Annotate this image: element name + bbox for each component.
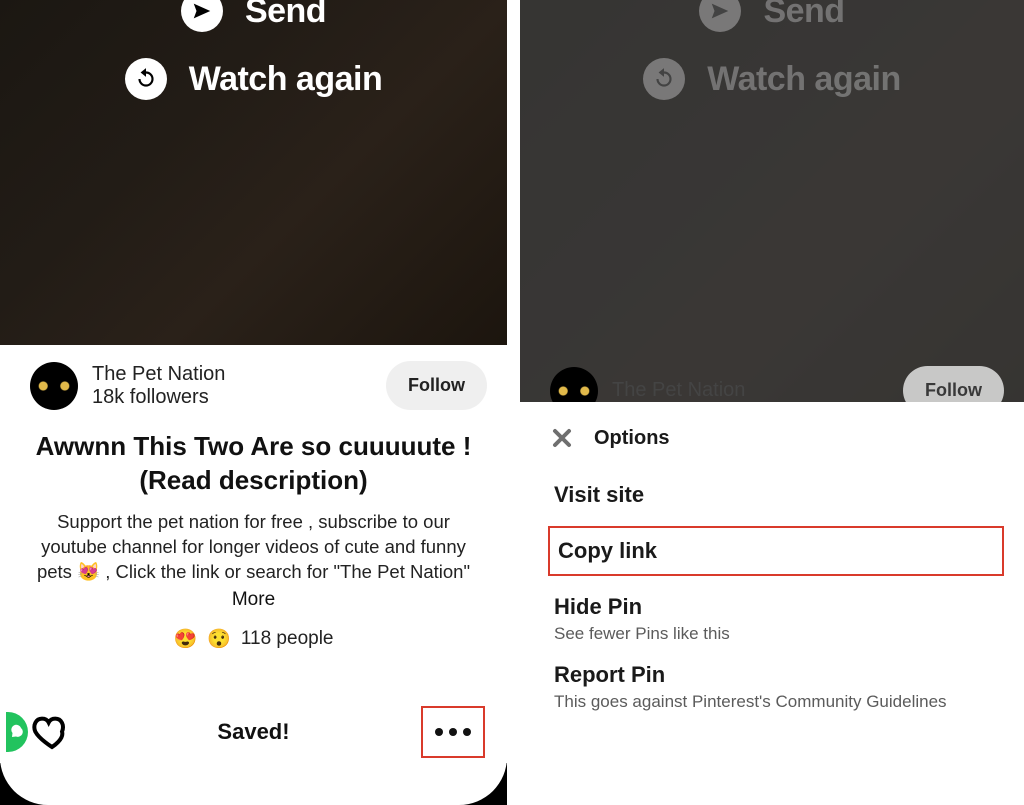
watch-again-label: Watch again bbox=[189, 60, 383, 99]
option-copy-link-highlight: Copy link bbox=[548, 526, 1004, 576]
creator-row: The Pet Nation 18k followers Follow bbox=[0, 345, 507, 418]
creator-name[interactable]: The Pet Nation bbox=[92, 363, 225, 386]
options-sheet: Options Visit site Copy link Hide Pin Se… bbox=[520, 402, 1024, 805]
creator-name: The Pet Nation bbox=[612, 379, 745, 402]
send-row[interactable]: Send bbox=[0, 0, 507, 32]
option-hide-pin[interactable]: Hide Pin See fewer Pins like this bbox=[554, 594, 1006, 644]
heart-eyes-emoji: 😍 bbox=[174, 627, 198, 651]
option-copy-link[interactable]: Copy link bbox=[558, 538, 994, 564]
hushed-emoji: 😯 bbox=[207, 627, 231, 651]
video-area[interactable]: Send Watch again bbox=[0, 0, 507, 345]
option-subtext: See fewer Pins like this bbox=[554, 624, 1006, 644]
reactions-row[interactable]: 😍 😯 118 people bbox=[0, 623, 507, 669]
reactions-count: 118 people bbox=[241, 628, 334, 650]
pin-detail-screen: Send Watch again The Pet Nation 18k foll… bbox=[0, 0, 507, 805]
option-label: Report Pin bbox=[554, 662, 1006, 688]
saved-label: Saved! bbox=[0, 719, 507, 745]
sheet-title: Options bbox=[594, 427, 670, 450]
close-icon[interactable] bbox=[548, 424, 576, 452]
send-icon bbox=[181, 0, 223, 32]
options-sheet-screen: Send Watch again The Pet Nation Follow bbox=[520, 0, 1024, 805]
option-visit-site[interactable]: Visit site bbox=[554, 482, 1006, 508]
pin-description: Support the pet nation for free , subscr… bbox=[0, 504, 507, 587]
bottom-bar: Saved! bbox=[0, 695, 507, 805]
watch-again-row[interactable]: Watch again bbox=[0, 58, 507, 100]
option-report-pin[interactable]: Report Pin This goes against Pinterest's… bbox=[554, 662, 1006, 712]
option-label: Hide Pin bbox=[554, 594, 1006, 620]
send-label: Send bbox=[245, 0, 326, 31]
creator-followers: 18k followers bbox=[92, 386, 225, 409]
option-label: Copy link bbox=[558, 538, 994, 564]
more-link[interactable]: More bbox=[0, 587, 507, 623]
follow-button[interactable]: Follow bbox=[386, 361, 487, 410]
pin-title: Awwnn This Two Are so cuuuuute ! (Read d… bbox=[0, 418, 507, 504]
option-label: Visit site bbox=[554, 482, 1006, 508]
replay-icon bbox=[125, 58, 167, 100]
avatar[interactable] bbox=[30, 362, 78, 410]
option-subtext: This goes against Pinterest's Community … bbox=[554, 692, 1006, 712]
